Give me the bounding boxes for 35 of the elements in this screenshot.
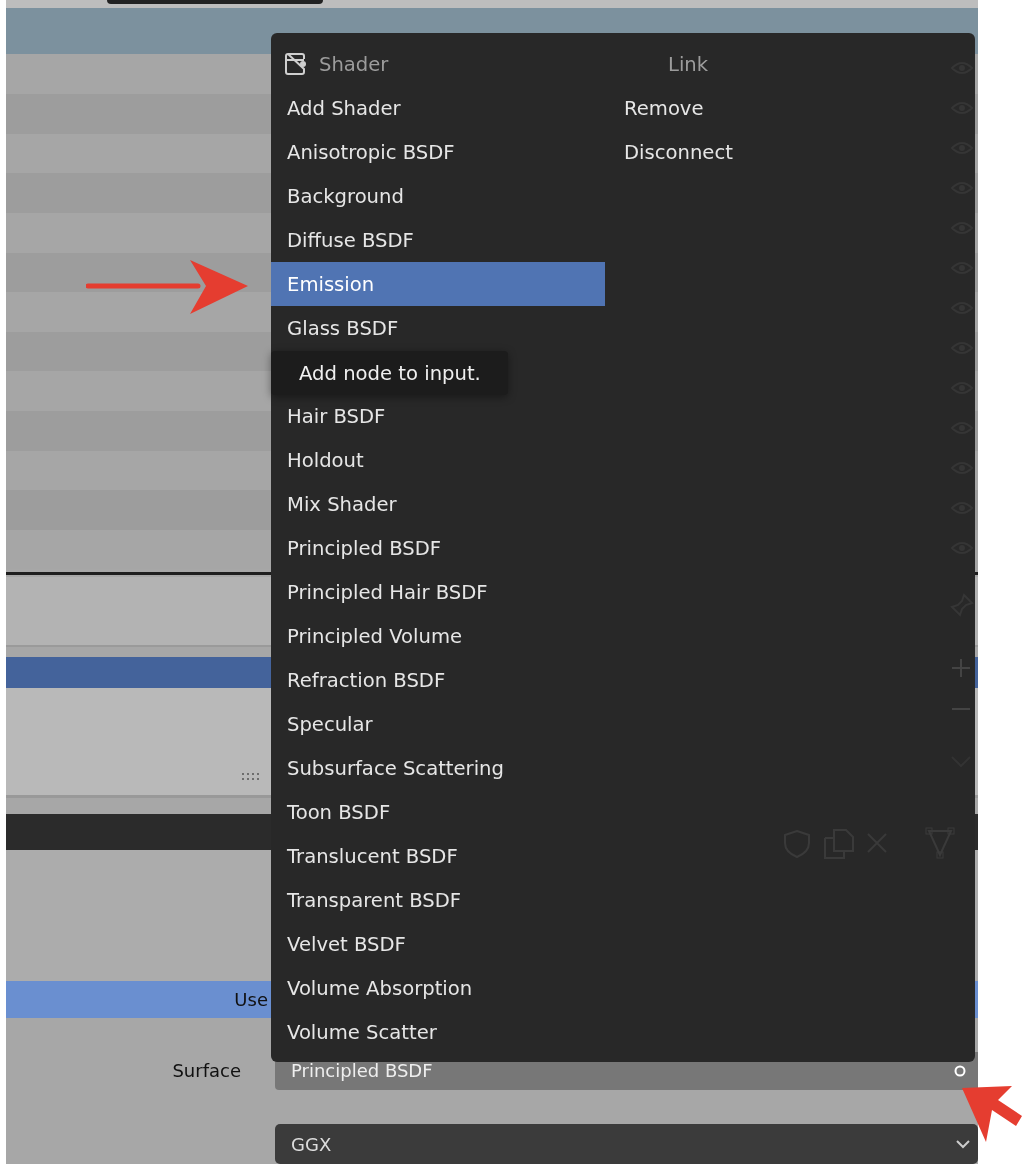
grip-icon[interactable]: [242, 773, 260, 782]
menu-item[interactable]: Disconnect: [605, 130, 975, 174]
menu-item[interactable]: Subsurface Scattering: [271, 746, 605, 790]
menu-item[interactable]: Background: [271, 174, 605, 218]
menu-item[interactable]: Glass BSDF: [271, 306, 605, 350]
chevron-icon: [956, 1139, 970, 1149]
menu-item[interactable]: Add Shader: [271, 86, 605, 130]
menu-item[interactable]: Toon BSDF: [271, 790, 605, 834]
menu-item[interactable]: Translucent BSDF: [271, 834, 605, 878]
menu-heading: Link: [668, 52, 709, 76]
menu-item[interactable]: Hair BSDF: [271, 394, 605, 438]
menu-item[interactable]: Principled Volume: [271, 614, 605, 658]
menu-heading: Shader: [319, 52, 389, 76]
plus-icon[interactable]: [951, 658, 971, 678]
menu-item[interactable]: Principled BSDF: [271, 526, 605, 570]
pin-icon[interactable]: [950, 593, 974, 617]
menu-item[interactable]: Velvet BSDF: [271, 922, 605, 966]
tooltip-text: Add node to input.: [298, 361, 481, 385]
menu-item[interactable]: Refraction BSDF: [271, 658, 605, 702]
menu-item[interactable]: Volume Absorption: [271, 966, 605, 1010]
distribution-dropdown[interactable]: GGX: [275, 1124, 978, 1164]
arrow-drawing: [960, 1084, 1024, 1144]
menu-item[interactable]: Mix Shader: [271, 482, 605, 526]
shader-node-icon: [285, 53, 307, 75]
menu-item[interactable]: Emission: [271, 262, 605, 306]
menu-item[interactable]: Remove: [605, 86, 975, 130]
menu-item[interactable]: Transparent BSDF: [271, 878, 605, 922]
menu-item[interactable]: Specular: [271, 702, 605, 746]
menu-item[interactable]: Principled Hair BSDF: [271, 570, 605, 614]
surface-label: Surface: [171, 1060, 241, 1082]
circle-icon: [954, 1064, 966, 1077]
menu-item[interactable]: Anisotropic BSDF: [271, 130, 605, 174]
menu-item[interactable]: Volume Scatter: [271, 1010, 605, 1054]
menu-item[interactable]: Holdout: [271, 438, 605, 482]
menu-item[interactable]: Diffuse BSDF: [271, 218, 605, 262]
